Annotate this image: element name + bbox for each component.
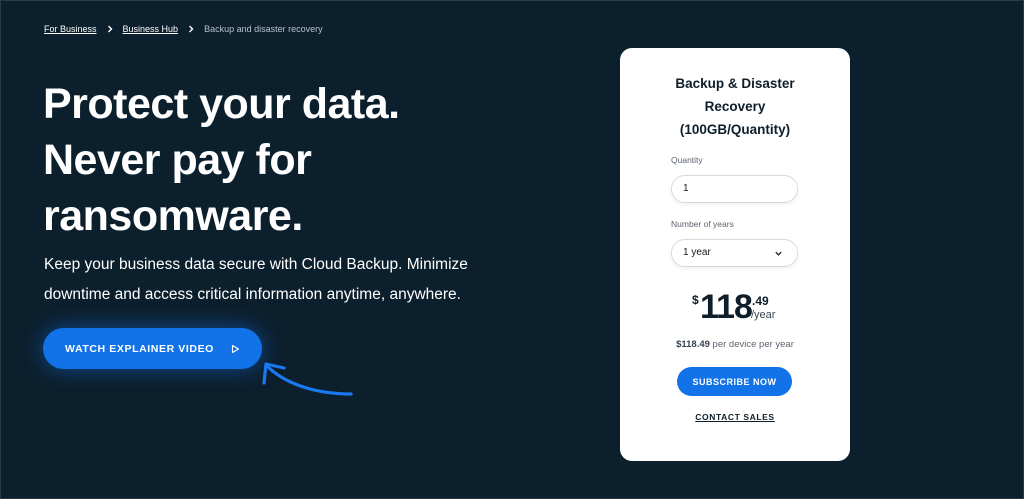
- hero-title-line: Protect your data.: [43, 80, 400, 128]
- chevron-down-icon: [775, 251, 782, 256]
- breadcrumb-current: Backup and disaster recovery: [204, 24, 323, 34]
- card-title-line: Recovery: [704, 99, 766, 114]
- pricing-card: Backup & Disaster Recovery (100GB/Quanti…: [620, 48, 850, 461]
- contact-sales-link[interactable]: CONTACT SALES: [620, 412, 850, 422]
- breadcrumb-link-business-hub[interactable]: Business Hub: [123, 24, 179, 34]
- card-title-line: Backup & Disaster: [675, 76, 795, 91]
- price-whole: 118: [700, 288, 753, 326]
- per-device-price: $118.49 per device per year: [620, 339, 850, 350]
- watch-explainer-video-button[interactable]: WATCH EXPLAINER VIDEO: [43, 328, 262, 369]
- price-cents: .49: [752, 294, 769, 308]
- play-icon: [231, 344, 240, 353]
- breadcrumb-link-for-business[interactable]: For Business: [44, 24, 97, 34]
- per-device-amount: $118.49: [676, 339, 710, 350]
- hero-title-line: ransomware.: [43, 192, 303, 240]
- chevron-right-icon: [107, 25, 113, 33]
- breadcrumb: For Business Business Hub Backup and dis…: [44, 24, 323, 34]
- chevron-right-icon: [189, 25, 194, 33]
- price-period: /year: [751, 309, 776, 321]
- quantity-label: Quantity: [671, 155, 703, 165]
- watch-button-label: WATCH EXPLAINER VIDEO: [65, 342, 214, 355]
- hero-title: Protect your data. Never pay for ransomw…: [43, 76, 503, 244]
- hero-title-line: Never pay for: [43, 136, 312, 184]
- years-label: Number of years: [671, 219, 734, 229]
- hero-subtitle-line: Keep your business data secure with Clou…: [44, 256, 468, 273]
- price-currency: $: [692, 293, 699, 307]
- years-select[interactable]: 1 year: [671, 239, 798, 267]
- card-title: Backup & Disaster Recovery (100GB/Quanti…: [620, 72, 850, 141]
- subscribe-now-button[interactable]: SUBSCRIBE NOW: [677, 367, 792, 396]
- card-title-line: (100GB/Quantity): [679, 122, 791, 137]
- quantity-input[interactable]: 1: [671, 175, 798, 203]
- hero-subtitle-line: downtime and access critical information…: [44, 286, 461, 303]
- years-select-value: 1 year: [683, 247, 711, 258]
- curved-arrow-icon: [262, 362, 353, 396]
- hero-subtitle: Keep your business data secure with Clou…: [44, 250, 504, 310]
- per-device-text: per device per year: [709, 339, 794, 350]
